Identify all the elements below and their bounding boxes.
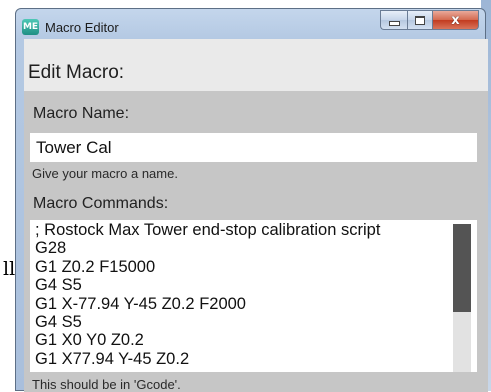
commands-scrollbar-thumb[interactable] bbox=[453, 224, 471, 312]
command-line: G1 X77.94 Y-45 Z0.2 bbox=[35, 349, 190, 368]
macro-commands-text: ; Rostock Max Tower end-stop calibration… bbox=[35, 221, 455, 368]
command-line: G28 bbox=[35, 239, 67, 258]
command-line: G1 Z0.2 F15000 bbox=[35, 257, 156, 276]
minimize-icon bbox=[388, 20, 400, 26]
title-bar[interactable]: ME Macro Editor x bbox=[16, 9, 485, 39]
caption-buttons: x bbox=[380, 10, 479, 31]
dialog-content: Edit Macro: Macro Name: Give your macro … bbox=[24, 39, 488, 392]
maximize-icon bbox=[415, 15, 425, 25]
macro-name-input[interactable] bbox=[30, 133, 477, 162]
background-text-fragment: ll bbox=[3, 258, 16, 280]
command-line: G4 S5 bbox=[35, 312, 82, 331]
command-line: G1 X0 Y0 Z0.2 bbox=[35, 331, 144, 350]
macro-commands-hint: This should be in 'Gcode'. bbox=[32, 377, 181, 392]
window-title: Macro Editor bbox=[45, 20, 119, 35]
macro-editor-window: ME Macro Editor x Edit Macro: Macro Name… bbox=[15, 8, 488, 392]
macro-commands-textarea[interactable]: ; Rostock Max Tower end-stop calibration… bbox=[30, 220, 477, 372]
macro-name-hint: Give your macro a name. bbox=[32, 166, 178, 181]
dialog-header: Edit Macro: bbox=[28, 62, 125, 83]
minimize-button[interactable] bbox=[380, 10, 407, 30]
app-icon: ME bbox=[22, 19, 39, 35]
close-icon: x bbox=[451, 12, 460, 28]
macro-name-label: Macro Name: bbox=[33, 105, 130, 122]
close-button[interactable]: x bbox=[433, 10, 479, 30]
commands-scrollbar[interactable] bbox=[453, 224, 471, 372]
maximize-button[interactable] bbox=[407, 10, 433, 30]
macro-commands-label: Macro Commands: bbox=[33, 195, 169, 212]
command-line: G1 X-77.94 Y-45 Z0.2 F2000 bbox=[35, 294, 246, 313]
command-line: G4 S5 bbox=[35, 276, 82, 295]
command-line: ; Rostock Max Tower end-stop calibration… bbox=[35, 221, 381, 239]
